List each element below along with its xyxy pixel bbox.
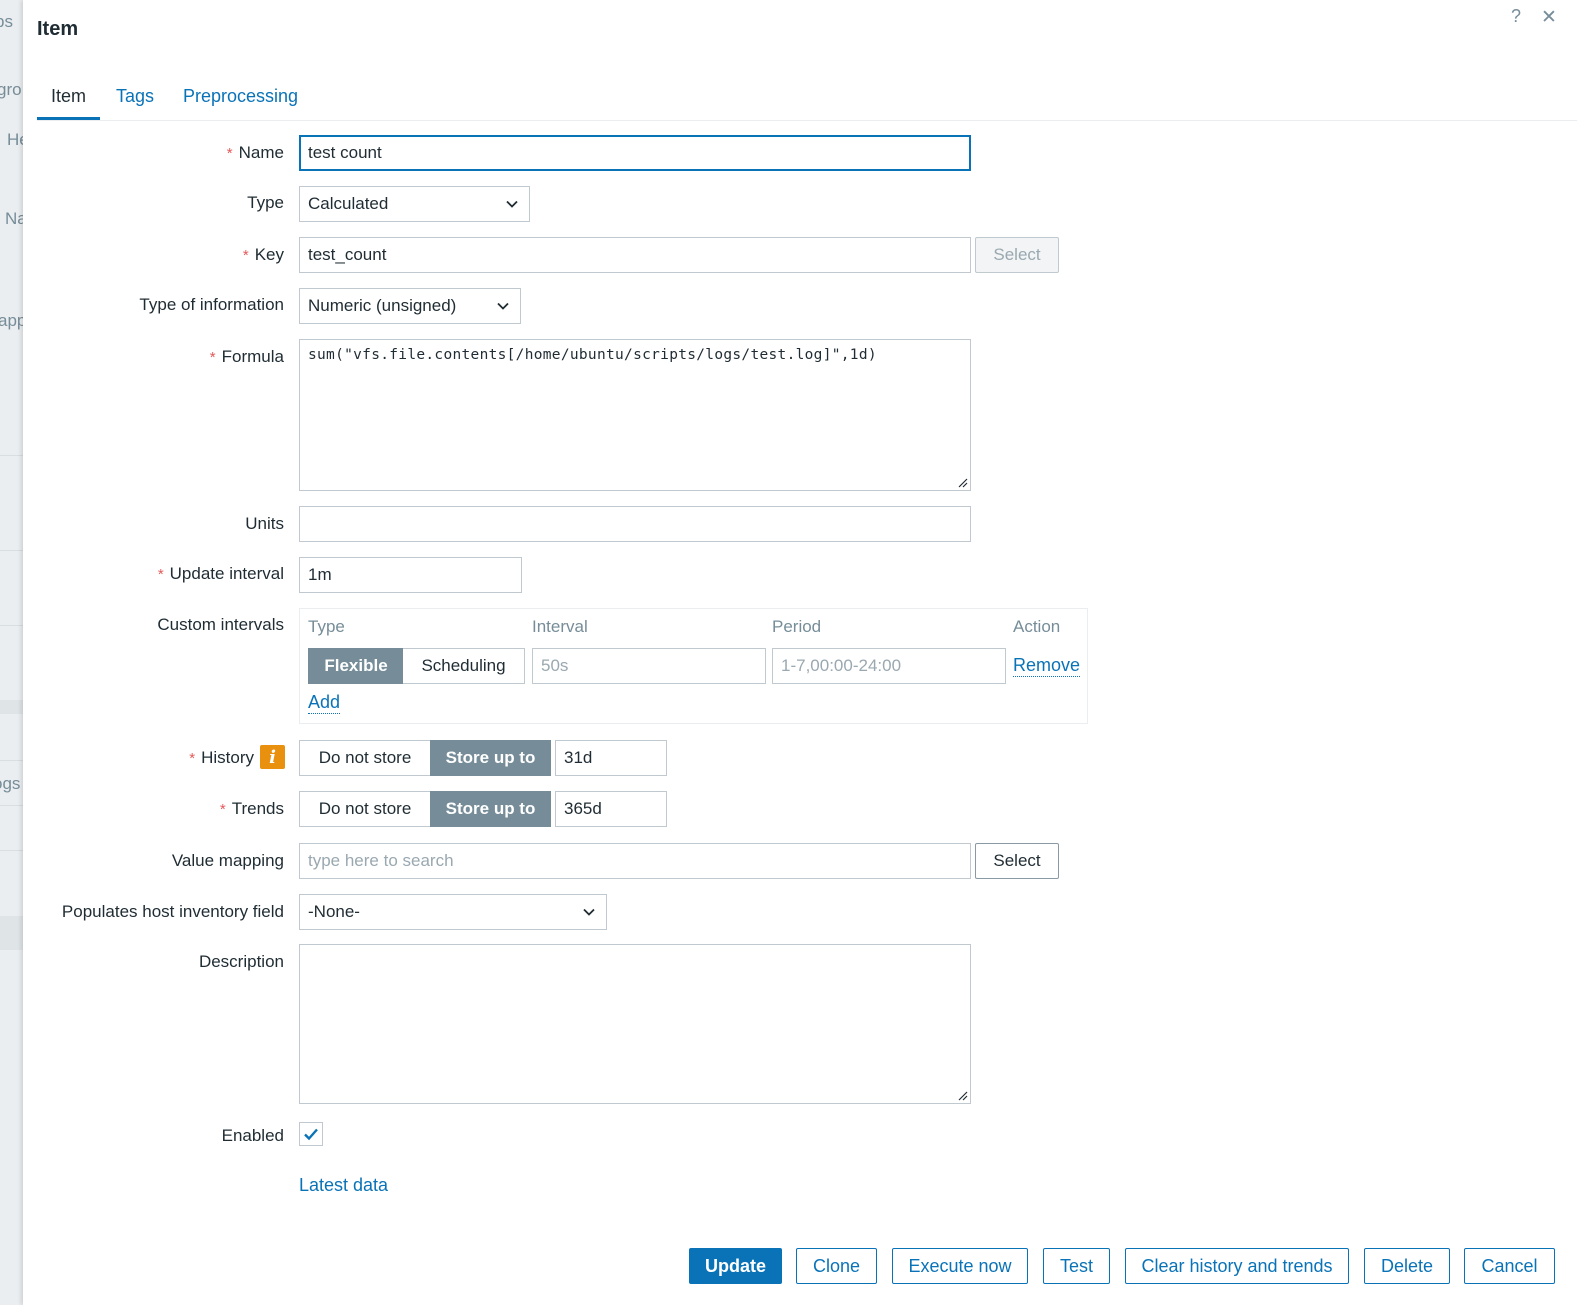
value-mapping-select-button[interactable]: Select xyxy=(975,843,1059,879)
resize-handle-icon[interactable] xyxy=(956,1089,968,1101)
update-interval-input[interactable]: 1m xyxy=(299,557,522,593)
history-period-input[interactable]: 31d xyxy=(555,740,667,776)
history-do-not-store-toggle[interactable]: Do not store xyxy=(299,740,431,776)
tab-bar: Item Tags Preprocessing xyxy=(37,84,1577,121)
trends-store-up-to-toggle[interactable]: Store up to xyxy=(430,791,551,827)
description-textarea[interactable] xyxy=(299,944,971,1104)
latest-data-link[interactable]: Latest data xyxy=(299,1175,388,1196)
update-interval-label: * Update interval xyxy=(158,564,284,584)
type-label: Type xyxy=(247,193,284,212)
background-text: He xyxy=(7,130,23,149)
enabled-checkbox[interactable] xyxy=(299,1122,323,1146)
background-text: ogs xyxy=(0,774,21,793)
enabled-label: Enabled xyxy=(221,1126,284,1145)
background-divider xyxy=(0,760,23,761)
units-label: Units xyxy=(245,514,284,533)
trends-label: * Trends xyxy=(220,799,284,819)
checkmark-icon xyxy=(304,1128,318,1141)
period-input[interactable]: 1-7,00:00-24:00 xyxy=(772,648,1006,684)
inventory-field-select[interactable]: -None- xyxy=(299,894,607,930)
chevron-down-icon xyxy=(583,908,595,916)
column-header-type: Type xyxy=(308,617,345,636)
close-icon[interactable]: ✕ xyxy=(1541,6,1557,29)
trends-label-text: Trends xyxy=(231,799,284,818)
type-of-information-select[interactable]: Numeric (unsigned) xyxy=(299,288,521,324)
formula-text: sum("vfs.file.contents[/home/ubuntu/scri… xyxy=(308,347,877,363)
required-marker: * xyxy=(209,349,216,366)
background-divider xyxy=(0,550,23,551)
formula-textarea[interactable]: sum("vfs.file.contents[/home/ubuntu/scri… xyxy=(299,339,971,491)
background-block xyxy=(0,700,23,714)
inventory-field-label: Populates host inventory field xyxy=(61,902,284,921)
background-divider xyxy=(0,805,23,806)
background-text: Na xyxy=(5,209,23,228)
background-divider xyxy=(0,455,23,456)
chevron-down-icon xyxy=(506,200,518,208)
key-label: * Key xyxy=(243,245,284,265)
update-button[interactable]: Update xyxy=(689,1248,782,1284)
history-label: * History xyxy=(189,748,254,768)
background-text: app xyxy=(0,311,23,330)
required-marker: * xyxy=(226,145,233,162)
required-marker: * xyxy=(242,247,249,264)
info-icon[interactable]: i xyxy=(260,745,285,769)
add-interval-link[interactable]: Add xyxy=(308,691,341,714)
column-header-action: Action xyxy=(1013,617,1061,636)
chevron-down-icon xyxy=(497,302,509,310)
description-label: Description xyxy=(198,952,284,971)
background-divider xyxy=(0,625,23,626)
column-header-interval: Interval xyxy=(532,617,588,636)
dialog-title: Item xyxy=(37,18,79,40)
background-text: ps xyxy=(0,12,13,31)
type-select[interactable]: Calculated xyxy=(299,186,530,222)
name-label: * Name xyxy=(227,143,284,163)
interval-input[interactable]: 50s xyxy=(532,648,766,684)
cancel-button[interactable]: Cancel xyxy=(1464,1248,1555,1284)
remove-interval-link[interactable]: Remove xyxy=(1013,654,1081,677)
required-marker: * xyxy=(189,750,196,767)
help-icon[interactable]: ? xyxy=(1511,6,1521,27)
formula-label: * Formula xyxy=(210,347,284,367)
custom-intervals-label: Custom intervals xyxy=(157,615,284,634)
name-label-text: Name xyxy=(238,143,284,162)
flexible-toggle[interactable]: Flexible xyxy=(308,648,404,684)
history-store-up-to-toggle[interactable]: Store up to xyxy=(430,740,551,776)
units-input[interactable] xyxy=(299,506,971,542)
background-text: gro xyxy=(0,80,22,99)
required-marker: * xyxy=(219,801,226,818)
test-button[interactable]: Test xyxy=(1043,1248,1110,1284)
delete-button[interactable]: Delete xyxy=(1364,1248,1450,1284)
resize-handle-icon[interactable] xyxy=(956,476,968,488)
scheduling-toggle[interactable]: Scheduling xyxy=(403,648,525,684)
update-interval-label-text: Update interval xyxy=(169,564,284,583)
value-mapping-label: Value mapping xyxy=(171,851,284,870)
column-header-period: Period xyxy=(772,617,822,636)
trends-period-input[interactable]: 365d xyxy=(555,791,667,827)
background-block xyxy=(0,916,23,950)
formula-label-text: Formula xyxy=(221,347,284,366)
execute-now-button[interactable]: Execute now xyxy=(892,1248,1028,1284)
clone-button[interactable]: Clone xyxy=(796,1248,877,1284)
type-of-information-label: Type of information xyxy=(139,295,284,314)
key-input[interactable]: test_count xyxy=(299,237,971,273)
tab-item[interactable]: Item xyxy=(37,84,101,120)
trends-do-not-store-toggle[interactable]: Do not store xyxy=(299,791,431,827)
background-page: ps gro He Na app ogs xyxy=(0,0,23,1305)
history-label-text: History xyxy=(201,748,254,767)
clear-history-and-trends-button[interactable]: Clear history and trends xyxy=(1125,1248,1349,1284)
background-divider xyxy=(0,850,23,851)
type-of-information-value: Numeric (unsigned) xyxy=(308,296,457,315)
name-input[interactable]: test count xyxy=(299,135,971,171)
key-label-text: Key xyxy=(254,245,284,264)
value-mapping-search-input[interactable]: type here to search xyxy=(299,843,971,879)
required-marker: * xyxy=(157,566,164,583)
tab-tags[interactable]: Tags xyxy=(102,84,168,117)
type-select-value: Calculated xyxy=(308,194,389,213)
key-select-button[interactable]: Select xyxy=(975,237,1059,273)
inventory-field-value: -None- xyxy=(308,902,360,921)
tab-preprocessing[interactable]: Preprocessing xyxy=(169,84,312,117)
item-dialog: Item ? ✕ Item Tags Preprocessing * Name t… xyxy=(23,0,1587,1305)
